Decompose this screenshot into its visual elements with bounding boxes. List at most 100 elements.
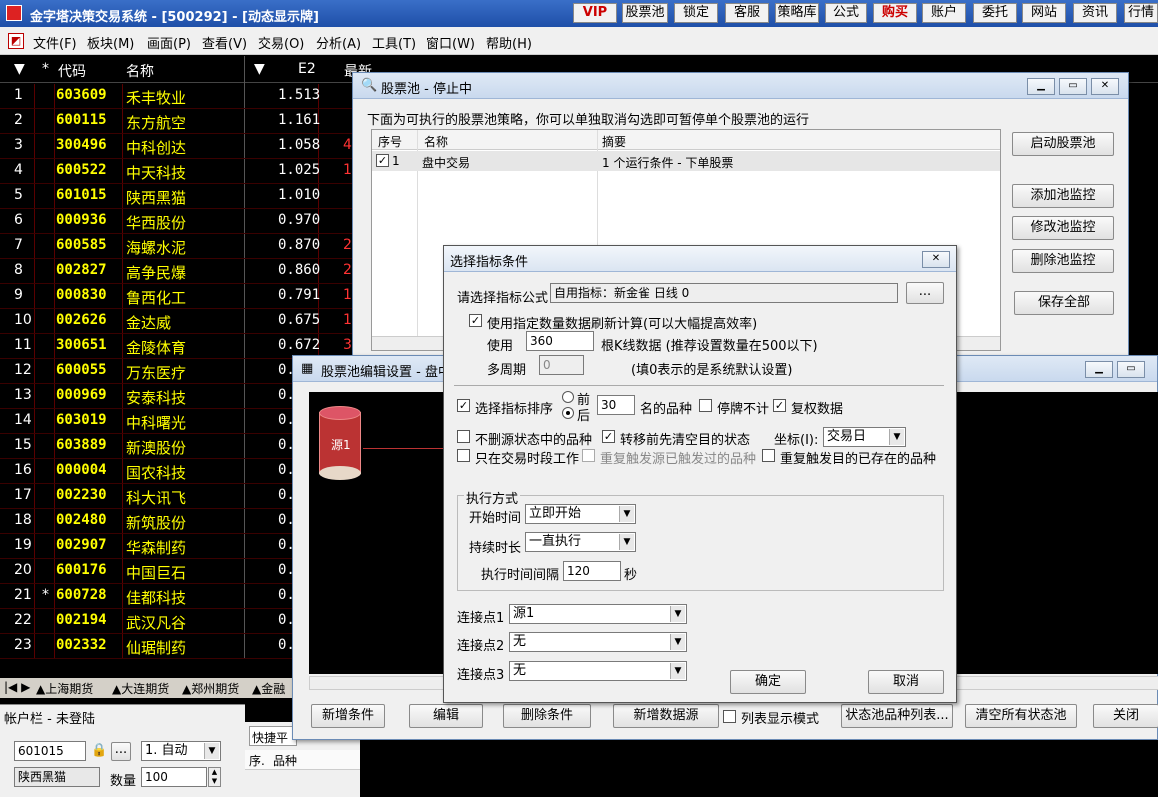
list-mode-checkbox[interactable] xyxy=(723,710,736,723)
quick-tab[interactable]: 快捷平 xyxy=(249,726,297,746)
table-row[interactable]: 10 002626 金达威 0.675 1 xyxy=(0,309,370,334)
start-select[interactable]: 立即开始 ▼ xyxy=(525,504,636,524)
multi-period-input[interactable]: 0 xyxy=(539,355,584,375)
close-button[interactable]: 关闭 xyxy=(1093,704,1158,728)
app-menu-icon[interactable]: ◩ xyxy=(8,33,24,49)
menu-screen[interactable]: 画面(P) xyxy=(147,33,191,52)
bars-input[interactable]: 360 xyxy=(526,331,594,351)
trade-mode-select[interactable]: 1. 自动 ▼ xyxy=(141,741,221,761)
trade-only-checkbox[interactable] xyxy=(457,449,470,462)
close-button[interactable]: ✕ xyxy=(1091,78,1119,95)
table-row[interactable]: 8 002827 高争民爆 0.860 2 xyxy=(0,259,370,284)
menu-help[interactable]: 帮助(H) xyxy=(486,33,532,52)
cancel-button[interactable]: 取消 xyxy=(868,670,944,694)
rank-input[interactable]: 30 xyxy=(597,395,635,415)
new-datasource-button[interactable]: 新增数据源 xyxy=(613,704,719,728)
header-name[interactable]: 名称 xyxy=(126,61,154,81)
toolbar-news-button[interactable]: 资讯 xyxy=(1073,3,1117,23)
menu-tools[interactable]: 工具(T) xyxy=(372,33,416,52)
duration-select[interactable]: 一直执行 ▼ xyxy=(525,532,636,552)
menu-trade[interactable]: 交易(O) xyxy=(258,33,304,52)
adjust-checkbox[interactable]: ✓ xyxy=(773,399,786,412)
tab-finance[interactable]: ▲金融 xyxy=(252,680,285,697)
table-row[interactable]: 5 601015 陕西黑猫 1.010 xyxy=(0,184,370,209)
source-node[interactable]: 源1 xyxy=(319,406,361,482)
quantity-input[interactable]: 100 xyxy=(141,767,207,787)
modify-monitor-button[interactable]: 修改池监控 xyxy=(1012,216,1114,240)
header-star[interactable]: * xyxy=(42,61,49,77)
header-code[interactable]: 代码 xyxy=(58,61,86,81)
browse-button[interactable]: ... xyxy=(111,742,131,761)
tab-shanghai-futures[interactable]: ▲上海期货 xyxy=(36,680,93,697)
conn2-select[interactable]: 无 ▼ xyxy=(509,632,687,652)
col-item: 品种 xyxy=(273,754,298,768)
toolbar-quotes-button[interactable]: 行情 xyxy=(1124,3,1158,23)
formula-browse-button[interactable]: ... xyxy=(906,282,944,304)
delete-monitor-button[interactable]: 删除池监控 xyxy=(1012,249,1114,273)
tab-zhengzhou-futures[interactable]: ▲郑州期货 xyxy=(182,680,239,697)
front-radio[interactable] xyxy=(562,391,574,403)
menu-window[interactable]: 窗口(W) xyxy=(426,33,475,52)
table-row[interactable]: ✓ 1 盘中交易 1 个运行条件 - 下单股票 xyxy=(372,151,1000,171)
maximize-button[interactable]: ▭ xyxy=(1059,78,1087,95)
conn3-select[interactable]: 无 ▼ xyxy=(509,661,687,681)
minimize-button[interactable]: ▁ xyxy=(1027,78,1055,95)
table-row[interactable]: 7 600585 海螺水泥 0.870 2 xyxy=(0,234,370,259)
stock-code-input[interactable]: 601015 xyxy=(14,741,86,761)
conn1-select[interactable]: 源1 ▼ xyxy=(509,604,687,624)
repeat-target-checkbox[interactable] xyxy=(762,449,775,462)
toolbar-lock-button[interactable]: 锁定 xyxy=(674,3,718,23)
toolbar-vip-button[interactable]: VIP xyxy=(573,3,617,23)
menu-block[interactable]: 板块(M) xyxy=(87,33,134,52)
interval-unit: 秒 xyxy=(624,568,638,583)
clear-target-checkbox[interactable]: ✓ xyxy=(602,430,615,443)
clear-states-button[interactable]: 清空所有状态池 xyxy=(965,704,1077,728)
table-row[interactable]: 6 000936 华西股份 0.970 xyxy=(0,209,370,234)
table-row[interactable]: 9 000830 鲁西化工 0.791 1 xyxy=(0,284,370,309)
toolbar-account-button[interactable]: 账户 xyxy=(922,3,966,23)
edit-button[interactable]: 编辑 xyxy=(409,704,483,728)
interval-input[interactable]: 120 xyxy=(563,561,621,581)
use-count-checkbox[interactable]: ✓ xyxy=(469,314,482,327)
toolbar-order-button[interactable]: 委托 xyxy=(973,3,1017,23)
ok-button[interactable]: 确定 xyxy=(730,670,806,694)
minimize-button[interactable]: ▁ xyxy=(1085,361,1113,378)
table-row[interactable]: 4 600522 中天科技 1.025 1 xyxy=(0,159,370,184)
table-row[interactable]: 3 300496 中科创达 1.058 4 xyxy=(0,134,370,159)
table-row[interactable]: 2 600115 东方航空 1.161 xyxy=(0,109,370,134)
toolbar-website-button[interactable]: 网站 xyxy=(1022,3,1066,23)
coord-select[interactable]: 交易日 ▼ xyxy=(823,427,906,447)
toolbar-stock-pool-button[interactable]: 股票池 xyxy=(622,3,668,23)
start-pool-button[interactable]: 启动股票池 xyxy=(1012,132,1114,156)
add-monitor-button[interactable]: 添加池监控 xyxy=(1012,184,1114,208)
repeat-src-checkbox[interactable] xyxy=(582,449,595,462)
state-list-button[interactable]: 状态池品种列表... xyxy=(841,704,953,728)
table-row[interactable]: 1 603609 禾丰牧业 1.513 xyxy=(0,84,370,109)
toolbar-strategy-button[interactable]: 策略库 xyxy=(775,3,819,23)
maximize-button[interactable]: ▭ xyxy=(1117,361,1145,378)
delete-condition-button[interactable]: 删除条件 xyxy=(503,704,591,728)
toolbar-formula-button[interactable]: 公式 xyxy=(825,3,867,23)
keep-state-checkbox[interactable] xyxy=(457,430,470,443)
back-radio[interactable] xyxy=(562,407,574,419)
menu-view[interactable]: 查看(V) xyxy=(202,33,247,52)
header-e2[interactable]: E2 xyxy=(298,61,316,77)
close-button[interactable]: ✕ xyxy=(922,251,950,268)
sort-desc-icon[interactable]: ▼ xyxy=(254,61,265,77)
lock-icon[interactable]: 🔒 xyxy=(91,743,107,759)
quantity-stepper[interactable]: ▲ ▼ xyxy=(208,767,221,787)
formula-field[interactable]: 自用指标：新金雀 日线 0 xyxy=(550,283,898,303)
tab-dalian-futures[interactable]: ▲大连期货 xyxy=(112,680,169,697)
menu-analysis[interactable]: 分析(A) xyxy=(316,33,361,52)
row-checkbox[interactable]: ✓ xyxy=(376,154,389,167)
toolbar-service-button[interactable]: 客服 xyxy=(725,3,769,23)
save-all-button[interactable]: 保存全部 xyxy=(1014,291,1114,315)
sort-icon[interactable]: ▼ xyxy=(14,61,25,77)
sort-checkbox[interactable]: ✓ xyxy=(457,399,470,412)
tab-scroll-left-icon[interactable]: |◀ ▶ xyxy=(4,680,30,694)
row-index: 19 xyxy=(14,537,32,553)
toolbar-buy-button[interactable]: 购买 xyxy=(873,3,917,23)
suspend-checkbox[interactable] xyxy=(699,399,712,412)
new-condition-button[interactable]: 新增条件 xyxy=(311,704,385,728)
menu-file[interactable]: 文件(F) xyxy=(33,33,77,52)
